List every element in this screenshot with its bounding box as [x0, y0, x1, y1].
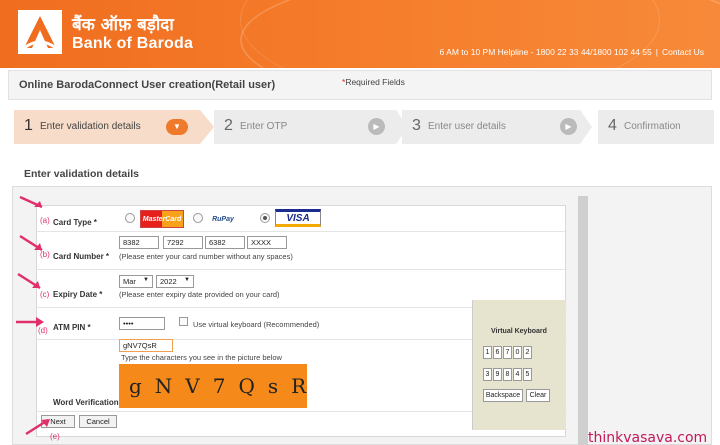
annotation-arrow-icon — [16, 317, 44, 327]
atm-pin-input[interactable]: •••• — [119, 317, 165, 330]
annotation-arrow-icon — [25, 418, 50, 436]
vk-backspace-button[interactable]: Backspace — [483, 389, 523, 402]
site-header: बैंक ऑफ़ बड़ौदा Bank of Baroda 6 AM to 1… — [0, 0, 720, 68]
card-type-row: Card Type * MasterCard RuPay VISA — [37, 206, 567, 232]
card-type-label: Card Type * — [53, 218, 97, 227]
card-number-part-3[interactable]: 6382 — [205, 236, 245, 249]
vk-key[interactable]: 4 — [513, 368, 522, 381]
card-number-row: Card Number * 8382 7292 6382 XXXX (Pleas… — [37, 232, 567, 270]
rupay-logo-icon: RuPay — [208, 210, 238, 228]
expiry-month-select[interactable]: Mar ▼ — [119, 275, 153, 288]
atm-pin-label: ATM PIN * — [53, 323, 91, 332]
rupay-radio[interactable] — [193, 213, 203, 223]
watermark-text: thinkvasava.com — [588, 430, 708, 445]
captcha-hint: Type the characters you see in the pictu… — [121, 353, 282, 362]
cancel-button[interactable]: Cancel — [79, 415, 117, 428]
step-2-otp: 2 Enter OTP ▶ — [214, 110, 396, 144]
step-label: Enter validation details — [40, 121, 141, 132]
page-title: Online BarodaConnect User creation(Retai… — [19, 79, 276, 91]
vk-key[interactable]: 9 — [493, 368, 502, 381]
card-number-hint: (Please enter your card number without a… — [119, 252, 293, 261]
card-number-label: Card Number * — [53, 252, 110, 261]
word-verification-label: Word Verification * — [53, 398, 124, 407]
vk-key[interactable]: 2 — [523, 346, 532, 359]
brand-name-english: Bank of Baroda — [72, 35, 194, 52]
bank-logo-icon[interactable] — [18, 10, 62, 54]
required-fields-note: *Required Fields — [342, 77, 405, 87]
vk-key[interactable]: 5 — [523, 368, 532, 381]
step-label: Enter user details — [428, 121, 506, 132]
chevron-down-icon: ▼ — [184, 277, 190, 283]
mastercard-radio[interactable] — [125, 213, 135, 223]
contact-us-link[interactable]: Contact Us — [662, 47, 704, 57]
scrollbar[interactable] — [578, 196, 588, 445]
progress-steps: 1 Enter validation details ▼ 2 Enter OTP… — [14, 110, 714, 144]
step-number: 2 — [224, 117, 233, 134]
virtual-keyboard-label: Use virtual keyboard (Recommended) — [193, 320, 320, 329]
mastercard-logo-icon: MasterCard — [140, 210, 184, 228]
vk-key[interactable]: 3 — [483, 368, 492, 381]
annotation-arrow-icon — [19, 195, 43, 209]
step-4-confirmation: 4 Confirmation — [598, 110, 714, 144]
section-title: Enter validation details — [24, 168, 139, 180]
card-number-part-2[interactable]: 7292 — [163, 236, 203, 249]
step-number: 4 — [608, 117, 617, 134]
expiry-year-select[interactable]: 2022 ▼ — [156, 275, 194, 288]
visa-radio[interactable] — [260, 213, 270, 223]
annotation-arrow-icon — [19, 234, 43, 252]
chevron-down-icon: ▼ — [166, 119, 188, 135]
word-verification-input[interactable]: gNV7QsR — [119, 339, 173, 352]
expiry-date-hint: (Please enter expiry date provided on yo… — [119, 290, 280, 299]
virtual-keyboard-checkbox[interactable] — [179, 317, 188, 326]
vk-key[interactable]: 0 — [513, 346, 522, 359]
helpline-bar: 6 AM to 10 PM Helpline - 1800 22 33 44/1… — [439, 47, 704, 57]
vk-key[interactable]: 8 — [503, 368, 512, 381]
vk-clear-button[interactable]: Clear — [526, 389, 550, 402]
helpline-text: 6 AM to 10 PM Helpline - 1800 22 33 44/1… — [439, 47, 652, 57]
virtual-keyboard: Virtual Keyboard 1 6 7 0 2 3 9 8 4 5 Bac… — [472, 300, 566, 430]
title-bar: Online BarodaConnect User creation(Retai… — [8, 70, 712, 100]
vk-key[interactable]: 7 — [503, 346, 512, 359]
vk-key[interactable]: 1 — [483, 346, 492, 359]
expiry-date-label: Expiry Date * — [53, 290, 103, 299]
vk-key[interactable]: 6 — [493, 346, 502, 359]
chevron-right-icon: ▶ — [560, 118, 577, 135]
step-number: 3 — [412, 117, 421, 134]
captcha-image: gNV7QsR — [119, 364, 307, 408]
virtual-keyboard-title: Virtual Keyboard — [491, 328, 547, 335]
chevron-right-icon: ▶ — [368, 118, 385, 135]
brand-name-hindi: बैंक ऑफ़ बड़ौदा — [72, 15, 174, 35]
step-label: Confirmation — [624, 121, 681, 132]
step-1-validation: 1 Enter validation details ▼ — [14, 110, 200, 144]
annotation-arrow-icon — [17, 272, 41, 290]
chevron-down-icon: ▼ — [143, 277, 149, 283]
step-number: 1 — [24, 117, 33, 134]
card-number-part-1[interactable]: 8382 — [119, 236, 159, 249]
annotation-marker-a: (a) — [40, 216, 50, 225]
visa-logo-icon: VISA — [275, 209, 321, 227]
step-label: Enter OTP — [240, 121, 288, 132]
step-3-user-details: 3 Enter user details ▶ — [402, 110, 580, 144]
card-number-part-4[interactable]: XXXX — [247, 236, 287, 249]
